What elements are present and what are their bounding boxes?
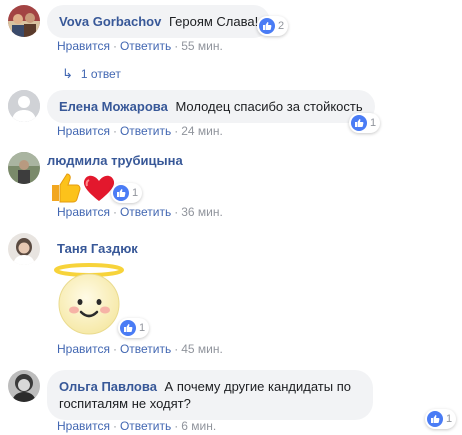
thumbs-up-icon [351,115,367,131]
comment-actions: Нравится · Ответить · 6 мин. [57,419,217,433]
like-button[interactable]: Нравится [57,39,110,53]
reaction-count[interactable]: 1 [111,183,143,203]
thumbs-up-icon [113,185,129,201]
comment-text: Героям Слава! [168,14,259,29]
comment-text: Молодец спасибо за стойкость [175,99,363,114]
halo-smiley-sticker [49,262,129,339]
thumbs-up-icon [52,173,115,203]
author-name[interactable]: Елена Можарова [59,99,168,114]
reaction-number: 1 [370,117,377,129]
timestamp[interactable]: 36 мин. [181,205,223,219]
like-button[interactable]: Нравится [57,419,110,433]
author-name[interactable]: Vova Gorbachov [59,14,161,29]
reply-button[interactable]: Ответить [120,419,171,433]
timestamp[interactable]: 24 мин. [181,124,223,138]
emoji-sticker [49,171,115,206]
comment-bubble: Елена Можарова Молодец спасибо за стойко… [47,90,375,123]
timestamp[interactable]: 55 мин. [181,39,223,53]
thumbs-up-icon [427,411,443,427]
like-button[interactable]: Нравится [57,205,110,219]
comment-bubble: Ольга Павлова А почему другие кандидаты … [47,370,373,420]
author-name[interactable]: Ольга Павлова [59,379,157,394]
avatar[interactable] [8,370,40,402]
reply-button[interactable]: Ответить [120,39,171,53]
reaction-count[interactable]: 1 [118,318,150,338]
reply-button[interactable]: Ответить [120,205,171,219]
thumbs-up-icon [120,320,136,336]
author-name[interactable]: людмила трубицына [47,152,183,169]
thumbs-up-icon [259,18,275,34]
like-button[interactable]: Нравится [57,124,110,138]
avatar[interactable] [8,90,40,122]
like-button[interactable]: Нравится [57,342,110,356]
avatar[interactable] [8,152,40,184]
comment-actions: Нравится · Ответить · 45 мин. [57,342,223,356]
timestamp[interactable]: 6 мин. [181,419,216,433]
reaction-count[interactable]: 1 [425,409,457,429]
reply-arrow-icon: ↳ [62,66,73,81]
reaction-number: 1 [132,187,139,199]
reaction-count[interactable]: 2 [257,16,289,36]
comment-actions: Нравится · Ответить · 36 мин. [57,205,223,219]
timestamp[interactable]: 45 мин. [181,342,223,356]
comment-actions: Нравится · Ответить · 24 мин. [57,124,223,138]
comment-actions: Нравится · Ответить · 55 мин. [57,39,223,53]
reaction-number: 2 [278,20,285,32]
comment-bubble: Vova Gorbachov Героям Слава! [47,5,271,38]
reaction-count[interactable]: 1 [349,113,381,133]
reaction-number: 1 [139,322,146,334]
reply-button[interactable]: Ответить [120,124,171,138]
avatar[interactable] [8,233,40,265]
author-name[interactable]: Таня Газдюк [57,240,138,257]
avatar[interactable] [8,5,40,37]
reaction-number: 1 [446,413,453,425]
reply-button[interactable]: Ответить [120,342,171,356]
view-replies-link[interactable]: ↳ 1 ответ [62,66,121,82]
